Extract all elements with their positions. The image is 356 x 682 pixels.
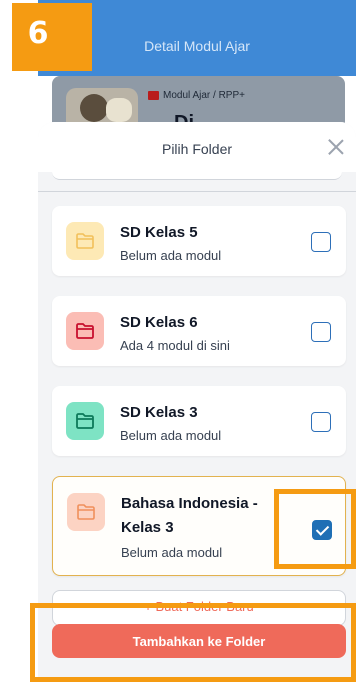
step-number: 6 — [27, 15, 49, 51]
folder-subtitle: Belum ada modul — [120, 248, 222, 263]
module-tag: Modul Ajar / RPP+ — [148, 90, 245, 101]
folder-item[interactable]: SD Kelas 3 Belum ada modul — [52, 386, 346, 456]
folder-icon — [67, 493, 105, 531]
divider — [38, 191, 356, 192]
folder-name: Bahasa Indonesia - Kelas 3 — [121, 495, 258, 536]
folder-name: SD Kelas 6 — [120, 314, 198, 331]
folder-picker-modal: Pilih Folder SD Kelas 5 Belum ada modul … — [38, 122, 356, 682]
folder-checkbox[interactable] — [311, 322, 331, 342]
book-icon — [148, 91, 159, 100]
folder-icon — [66, 222, 104, 260]
modal-title: Pilih Folder — [161, 141, 233, 157]
module-tag-label: Modul Ajar / RPP+ — [163, 90, 245, 101]
folder-item[interactable]: SD Kelas 5 Belum ada modul — [52, 206, 346, 276]
folder-icon — [66, 402, 104, 440]
folder-checkbox[interactable] — [311, 232, 331, 252]
folder-subtitle: Belum ada modul — [121, 545, 223, 560]
folder-name: SD Kelas 5 — [120, 224, 198, 241]
page-background — [0, 0, 38, 682]
highlight-submit — [30, 603, 356, 682]
folder-name: SD Kelas 3 — [120, 404, 198, 421]
highlight-checkbox — [274, 489, 356, 569]
folder-checkbox[interactable] — [311, 412, 331, 432]
folder-subtitle: Belum ada modul — [120, 428, 222, 443]
close-icon[interactable] — [327, 138, 345, 156]
folder-item[interactable]: SD Kelas 6 Ada 4 modul di sini — [52, 296, 346, 366]
folder-subtitle: Ada 4 modul di sini — [120, 338, 230, 353]
step-badge: 6 — [12, 3, 92, 71]
folder-icon — [66, 312, 104, 350]
list-top-edge — [52, 164, 342, 180]
